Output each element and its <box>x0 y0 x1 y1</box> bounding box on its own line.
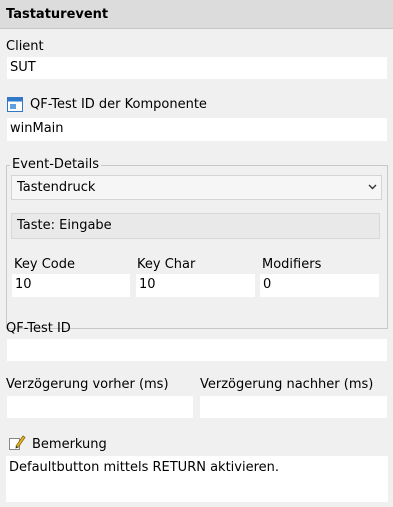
key-code-field[interactable]: 10 <box>11 273 131 298</box>
key-char-label: Key Char <box>137 257 196 272</box>
component-id-icon <box>7 97 23 112</box>
key-char-field[interactable]: 10 <box>135 273 256 298</box>
key-display: Taste: Eingabe <box>11 213 380 239</box>
delay-after-field[interactable] <box>199 395 388 419</box>
event-type-select[interactable]: Tastendruck <box>11 175 382 200</box>
modifiers-field[interactable]: 0 <box>259 273 380 298</box>
delay-before-label: Verzögerung vorher (ms) <box>6 377 169 392</box>
key-code-label: Key Code <box>14 257 75 272</box>
qftest-id-field[interactable] <box>6 338 388 362</box>
comment-label: Bemerkung <box>32 437 107 452</box>
event-details-legend: Event-Details <box>10 157 102 172</box>
qftest-id-label: QF-Test ID <box>6 321 71 336</box>
delay-after-label: Verzögerung nachher (ms) <box>200 377 374 392</box>
event-type-value: Tastendruck <box>17 180 96 195</box>
modifiers-label: Modifiers <box>262 257 322 272</box>
chevron-down-icon <box>368 184 377 190</box>
component-field[interactable]: winMain <box>6 117 388 142</box>
pencil-icon <box>9 435 26 450</box>
client-field[interactable]: SUT <box>6 56 388 80</box>
delay-before-field[interactable] <box>6 395 194 419</box>
comment-textarea[interactable]: Defaultbutton mittels RETURN aktivieren. <box>6 456 388 502</box>
component-label: QF-Test ID der Komponente <box>30 97 207 112</box>
panel-header: Tastaturevent <box>0 0 393 29</box>
client-label: Client <box>6 39 44 54</box>
